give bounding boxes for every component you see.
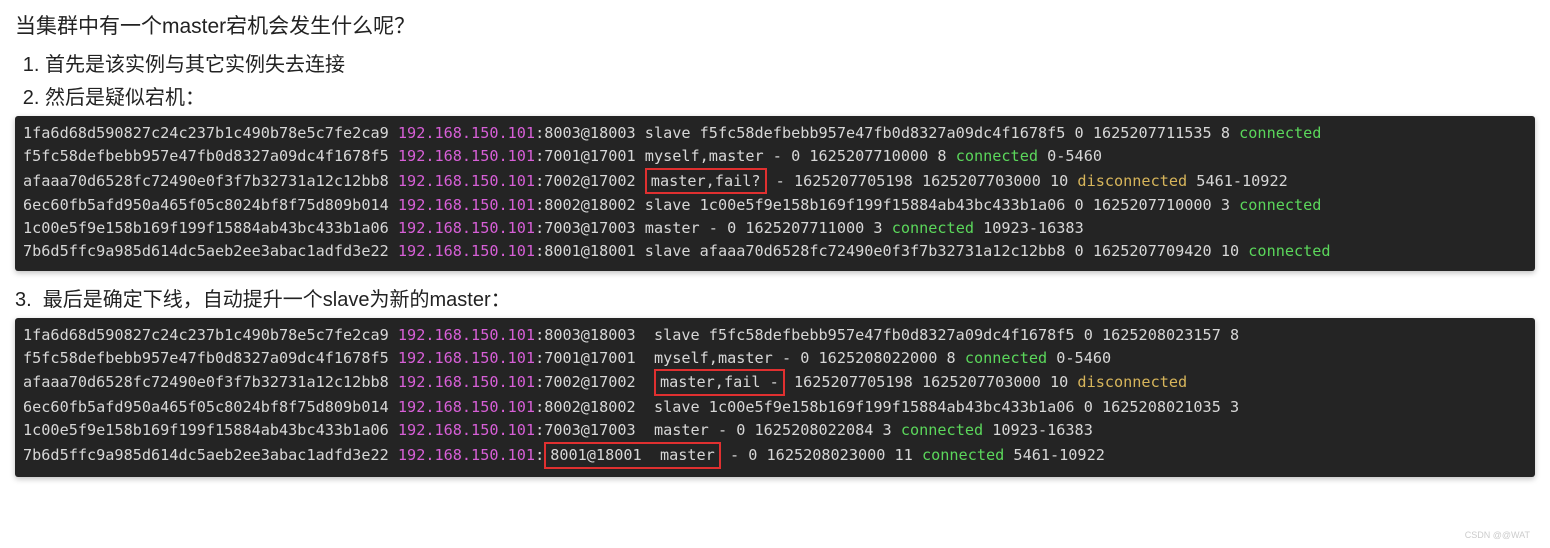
node-rest: 1625207705198 1625207703000 10 <box>785 373 1078 391</box>
node-id: 6ec60fb5afd950a465f05c8024bf8f75d809b014 <box>23 196 389 214</box>
ip-addr: 192.168.150.101 <box>398 124 535 142</box>
ip-addr: 192.168.150.101 <box>398 147 535 165</box>
ip-addr: 192.168.150.101 <box>398 196 535 214</box>
node-id: f5fc58defbebb957e47fb0d8327a09dc4f1678f5 <box>23 349 389 367</box>
status-disconnected: disconnected <box>1077 373 1187 391</box>
node-rest: slave f5fc58defbebb957e47fb0d8327a09dc4f… <box>636 124 1239 142</box>
node-rest: slave 1c00e5f9e158b169f199f15884ab43bc43… <box>636 196 1239 214</box>
terminal-block-1: 1fa6d68d590827c24c237b1c490b78e5c7fe2ca9… <box>15 116 1535 271</box>
status-connected: connected <box>956 147 1038 165</box>
highlight-box: master,fail? <box>645 168 767 195</box>
node-rest: myself,master - 0 1625208022000 8 <box>636 349 965 367</box>
slots: 10923-16383 <box>974 219 1084 237</box>
port: :8001@18001 <box>535 242 636 260</box>
step-list: 首先是该实例与其它实例失去连接 然后是疑似宕机： <box>15 48 1535 110</box>
port: :7002@17002 <box>535 172 645 190</box>
node-rest: myself,master - 0 1625207710000 8 <box>636 147 956 165</box>
watermark: CSDN @@WAT <box>1465 530 1530 540</box>
node-rest: master - 0 1625208022084 3 <box>636 421 901 439</box>
node-rest: master - 0 1625207711000 3 <box>636 219 892 237</box>
slots: 10923-16383 <box>983 421 1093 439</box>
ip-addr: 192.168.150.101 <box>398 219 535 237</box>
terminal-block-2: 1fa6d68d590827c24c237b1c490b78e5c7fe2ca9… <box>15 318 1535 477</box>
slots: 5461-10922 <box>1187 172 1288 190</box>
port: :7002@17002 <box>535 373 654 391</box>
slots: 0-5460 <box>1038 147 1102 165</box>
node-id: 6ec60fb5afd950a465f05c8024bf8f75d809b014 <box>23 398 389 416</box>
status-connected: connected <box>922 446 1004 464</box>
port: :7003@17003 <box>535 421 636 439</box>
port: : <box>535 446 544 464</box>
node-id: 1fa6d68d590827c24c237b1c490b78e5c7fe2ca9 <box>23 326 389 344</box>
status-connected: connected <box>965 349 1047 367</box>
status-connected: connected <box>892 219 974 237</box>
ip-addr: 192.168.150.101 <box>398 398 535 416</box>
node-id: f5fc58defbebb957e47fb0d8327a09dc4f1678f5 <box>23 147 389 165</box>
ip-addr: 192.168.150.101 <box>398 373 535 391</box>
node-rest: slave 1c00e5f9e158b169f199f15884ab43bc43… <box>636 398 1239 416</box>
status-connected: connected <box>1239 196 1321 214</box>
port: :7003@17003 <box>535 219 636 237</box>
port: :8003@18003 <box>535 326 636 344</box>
status-connected: connected <box>1239 124 1321 142</box>
port: :8002@18002 <box>535 398 636 416</box>
node-id: 7b6d5ffc9a985d614dc5aeb2ee3abac1adfd3e22 <box>23 446 389 464</box>
node-rest: - 0 1625208023000 11 <box>721 446 922 464</box>
highlight-box: 8001@18001 master <box>544 442 721 469</box>
node-id: afaaa70d6528fc72490e0f3f7b32731a12c12bb8 <box>23 172 389 190</box>
step-3: 3. 最后是确定下线，自动提升一个slave为新的master： <box>15 283 1535 312</box>
ip-addr: 192.168.150.101 <box>398 242 535 260</box>
slots: 0-5460 <box>1047 349 1111 367</box>
status-connected: connected <box>901 421 983 439</box>
step-2: 然后是疑似宕机： <box>45 81 1535 110</box>
port: :7001@17001 <box>535 349 636 367</box>
ip-addr: 192.168.150.101 <box>398 172 535 190</box>
port: :8003@18003 <box>535 124 636 142</box>
node-rest: slave f5fc58defbebb957e47fb0d8327a09dc4f… <box>636 326 1239 344</box>
port: :8002@18002 <box>535 196 636 214</box>
ip-addr: 192.168.150.101 <box>398 349 535 367</box>
node-id: 1fa6d68d590827c24c237b1c490b78e5c7fe2ca9 <box>23 124 389 142</box>
port: :7001@17001 <box>535 147 636 165</box>
node-id: 1c00e5f9e158b169f199f15884ab43bc433b1a06 <box>23 219 389 237</box>
ip-addr: 192.168.150.101 <box>398 446 535 464</box>
status-disconnected: disconnected <box>1077 172 1187 190</box>
step-1: 首先是该实例与其它实例失去连接 <box>45 48 1535 77</box>
step-3-text: 最后是确定下线，自动提升一个slave为新的master： <box>43 289 511 311</box>
node-rest: - 1625207705198 1625207703000 10 <box>767 172 1078 190</box>
status-connected: connected <box>1248 242 1330 260</box>
node-id: 7b6d5ffc9a985d614dc5aeb2ee3abac1adfd3e22 <box>23 242 389 260</box>
node-rest: slave afaaa70d6528fc72490e0f3f7b32731a12… <box>636 242 1249 260</box>
ip-addr: 192.168.150.101 <box>398 421 535 439</box>
slots: 5461-10922 <box>1004 446 1105 464</box>
node-id: 1c00e5f9e158b169f199f15884ab43bc433b1a06 <box>23 421 389 439</box>
ip-addr: 192.168.150.101 <box>398 326 535 344</box>
heading: 当集群中有一个master宕机会发生什么呢？ <box>15 10 1535 40</box>
node-id: afaaa70d6528fc72490e0f3f7b32731a12c12bb8 <box>23 373 389 391</box>
highlight-box: master,fail - <box>654 369 785 396</box>
